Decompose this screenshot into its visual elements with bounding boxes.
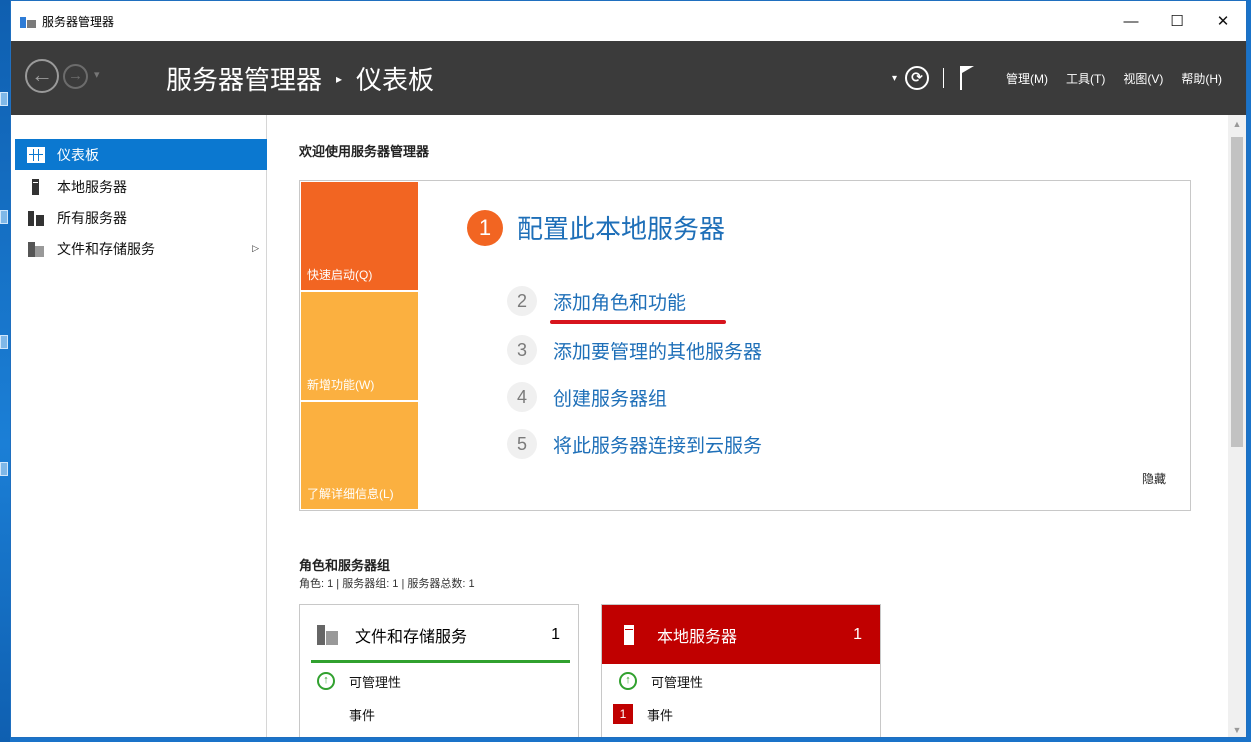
desktop-icon[interactable] [0, 210, 8, 224]
card-row-label: 事件 [349, 707, 376, 723]
breadcrumb-current: 仪表板 [356, 65, 435, 95]
step-number-badge: 5 [507, 429, 537, 459]
tile-learn-more[interactable]: 了解详细信息(L) [301, 402, 418, 509]
sidebar: 仪表板 本地服务器 所有服务器 文件和存储服务 ▷ [11, 115, 267, 737]
role-card-local-server[interactable]: 本地服务器 1 ↑ 可管理性 1 事件 [601, 604, 881, 737]
server-manager-window: 服务器管理器 — ☐ ✕ ← → ▾ 服务器管理器 ▸ 仪表板 ▾ ⟳ 管理(M… [10, 0, 1247, 738]
status-ok-bar [311, 660, 570, 663]
window-title: 服务器管理器 [42, 14, 115, 29]
card-row-label: 可管理性 [651, 674, 704, 690]
step-number-badge: 2 [507, 286, 537, 316]
menu-manage[interactable]: 管理(M) [1006, 70, 1048, 87]
tile-whats-new[interactable]: 新增功能(W) [301, 292, 418, 400]
step-link[interactable]: 添加要管理的其他服务器 [553, 337, 762, 364]
breadcrumb: 服务器管理器 ▸ 仪表板 [166, 60, 434, 97]
step-link[interactable]: 配置此本地服务器 [517, 209, 725, 246]
step-number-badge: 3 [507, 335, 537, 365]
card-row-manageability[interactable]: ↑ 可管理性 [300, 669, 401, 693]
card-header[interactable]: 本地服务器 1 [602, 605, 880, 664]
minimize-button[interactable]: — [1108, 1, 1154, 41]
card-title: 本地服务器 [657, 628, 738, 646]
files-icon [317, 624, 339, 645]
header-dropdown-icon[interactable]: ▾ [892, 73, 897, 84]
menu-tools[interactable]: 工具(T) [1066, 70, 1105, 87]
close-button[interactable]: ✕ [1200, 1, 1246, 41]
tile-quick-start[interactable]: 快速启动(Q) [301, 182, 418, 290]
sidebar-item-label: 所有服务器 [57, 209, 127, 226]
step-connect-cloud[interactable]: 5 将此服务器连接到云服务 [507, 429, 762, 459]
sidebar-item-label: 仪表板 [57, 146, 99, 163]
step-configure-local-server[interactable]: 1 配置此本地服务器 [467, 209, 725, 246]
header-actions: ▾ ⟳ 管理(M) 工具(T) 视图(V) 帮助(H) [892, 41, 1246, 115]
card-header[interactable]: 文件和存储服务 1 [300, 605, 578, 664]
step-number-badge: 4 [507, 382, 537, 412]
welcome-title: 欢迎使用服务器管理器 [299, 144, 430, 159]
scroll-up-arrow-icon[interactable]: ▲ [1228, 115, 1246, 133]
step-create-server-group[interactable]: 4 创建服务器组 [507, 382, 667, 412]
server-icon [27, 178, 45, 195]
back-arrow-icon[interactable]: ← [25, 59, 59, 93]
expand-arrow-icon[interactable]: ▷ [252, 243, 259, 254]
role-card-file-storage[interactable]: 文件和存储服务 1 ↑ 可管理性 事件 [299, 604, 579, 737]
sidebar-item-label: 本地服务器 [57, 178, 127, 195]
sidebar-item-local-server[interactable]: 本地服务器 [15, 171, 267, 202]
breadcrumb-root[interactable]: 服务器管理器 [166, 60, 322, 97]
sidebar-item-all-servers[interactable]: 所有服务器 [15, 202, 267, 233]
hide-link[interactable]: 隐藏 [1142, 470, 1166, 487]
breadcrumb-separator-icon: ▸ [336, 71, 343, 86]
dashboard-icon [27, 146, 45, 163]
forward-arrow-icon[interactable]: → [63, 64, 88, 89]
quick-start-panel: 快速启动(Q) 新增功能(W) 了解详细信息(L) 1 配置此本地服务器 2 添… [299, 180, 1191, 511]
files-icon [27, 241, 45, 257]
desktop-icon[interactable] [0, 92, 8, 106]
tile-label: 了解详细信息(L) [307, 487, 394, 501]
roles-section-title: 角色和服务器组 [299, 558, 391, 573]
desktop-icon[interactable] [0, 335, 8, 349]
card-row-events[interactable]: 1 事件 [602, 702, 673, 726]
up-arrow-ok-icon: ↑ [619, 672, 637, 690]
card-row-label: 可管理性 [349, 674, 402, 690]
step-add-roles-features[interactable]: 2 添加角色和功能 [507, 286, 686, 316]
card-row-events[interactable]: 事件 [300, 702, 375, 726]
roles-summary: 角色: 1 | 服务器组: 1 | 服务器总数: 1 [299, 578, 475, 590]
header-divider [943, 68, 944, 88]
desktop-icon[interactable] [0, 462, 8, 476]
step-link[interactable]: 添加角色和功能 [553, 288, 686, 315]
tile-label: 快速启动(Q) [307, 268, 373, 282]
server-manager-app-icon [20, 14, 36, 28]
server-icon [619, 624, 641, 645]
sidebar-item-label: 文件和存储服务 [57, 240, 155, 257]
desktop-strip [0, 0, 10, 742]
menu-view[interactable]: 视图(V) [1123, 70, 1163, 87]
scrollbar-thumb[interactable] [1231, 137, 1243, 447]
up-arrow-ok-icon: ↑ [317, 672, 335, 690]
tile-label: 新增功能(W) [307, 378, 375, 392]
card-row-label: 事件 [647, 707, 674, 723]
step-number-badge: 1 [467, 209, 503, 246]
nav-history-dropdown-icon[interactable]: ▾ [94, 68, 100, 81]
card-row-manageability[interactable]: ↑ 可管理性 [602, 669, 703, 693]
servers-icon [27, 210, 45, 226]
title-bar[interactable]: 服务器管理器 — ☐ ✕ [11, 1, 1246, 41]
dashboard-content: 欢迎使用服务器管理器 快速启动(Q) 新增功能(W) 了解详细信息(L) 1 配… [268, 115, 1230, 737]
notification-flag-icon[interactable] [960, 66, 976, 90]
card-count: 1 [551, 625, 560, 643]
step-link[interactable]: 将此服务器连接到云服务 [553, 431, 762, 458]
sidebar-item-dashboard[interactable]: 仪表板 [15, 139, 267, 170]
window-controls: — ☐ ✕ [1108, 1, 1246, 41]
card-count: 1 [853, 625, 862, 643]
scroll-down-arrow-icon[interactable]: ▼ [1228, 721, 1246, 737]
step-link[interactable]: 创建服务器组 [553, 384, 667, 411]
header-bar: ← → ▾ 服务器管理器 ▸ 仪表板 ▾ ⟳ 管理(M) 工具(T) 视图(V)… [11, 41, 1246, 115]
refresh-icon[interactable]: ⟳ [905, 66, 929, 90]
red-underline-annotation [550, 320, 726, 324]
maximize-button[interactable]: ☐ [1154, 1, 1200, 41]
card-title: 文件和存储服务 [355, 628, 468, 646]
event-count-badge: 1 [613, 704, 633, 724]
vertical-scrollbar[interactable]: ▲ ▼ [1228, 115, 1246, 737]
sidebar-item-file-storage[interactable]: 文件和存储服务 ▷ [15, 233, 267, 264]
menu-help[interactable]: 帮助(H) [1181, 70, 1222, 87]
step-add-other-servers[interactable]: 3 添加要管理的其他服务器 [507, 335, 762, 365]
